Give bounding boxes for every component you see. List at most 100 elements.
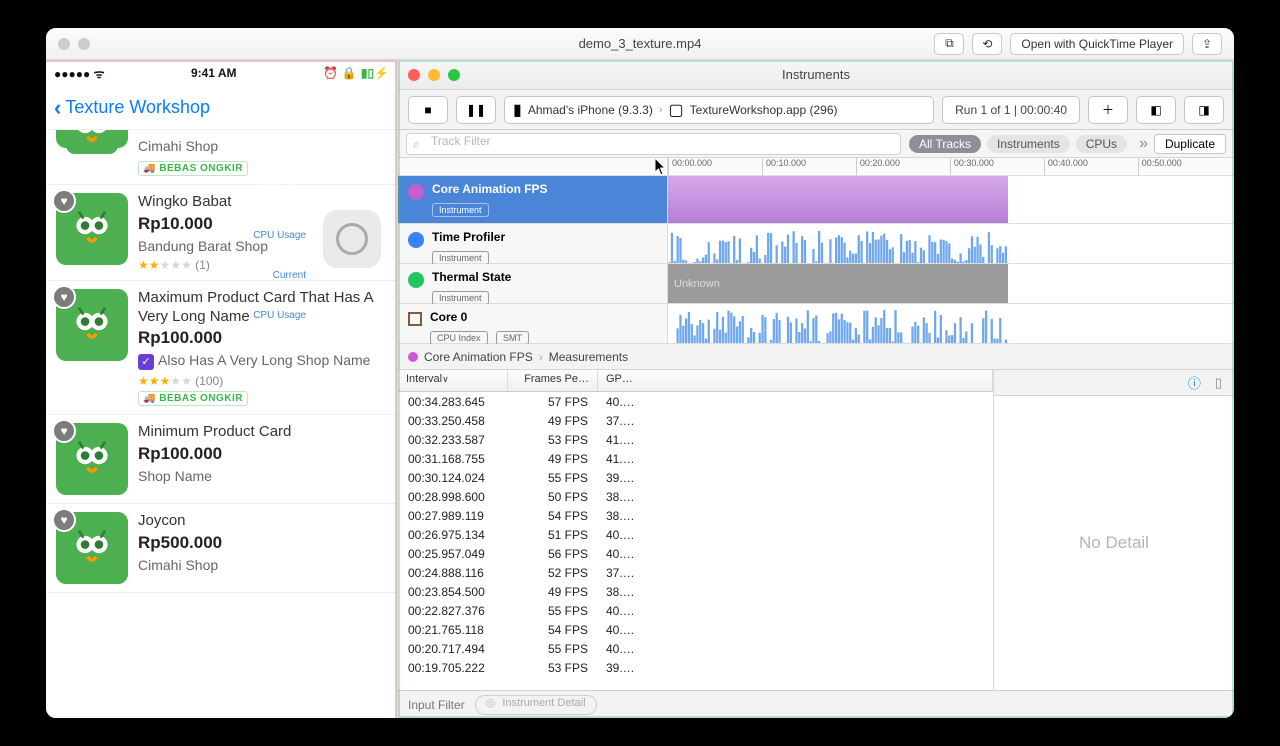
quicktime-window: demo_3_texture.mp4 ⧉ ⟲ Open with QuickTi… bbox=[46, 28, 1234, 718]
table-row[interactable]: 00:33.250.458 49 FPS 37.… bbox=[398, 411, 993, 430]
ruler-tick: 00:00.000 bbox=[668, 158, 712, 175]
free-shipping-badge: 🚚 BEBAS ONGKIR bbox=[138, 391, 248, 406]
table-row[interactable]: 00:22.827.376 55 FPS 40.… bbox=[398, 601, 993, 620]
instr-titlebar[interactable]: Instruments bbox=[398, 60, 1234, 90]
info-icon[interactable]: ⓘ bbox=[1188, 373, 1201, 392]
track-name: Time Profiler bbox=[432, 230, 657, 244]
instrument-detail-input[interactable]: ◎ Instrument Detail bbox=[475, 695, 597, 715]
table-row[interactable]: 00:24.888.116 52 FPS 37.… bbox=[398, 563, 993, 582]
track-graph[interactable] bbox=[668, 224, 1234, 263]
search-icon: ⌕ bbox=[413, 137, 420, 152]
track-graph[interactable] bbox=[668, 304, 1234, 343]
traffic-max-icon[interactable] bbox=[448, 69, 460, 81]
timeline-track[interactable]: Core 0 CPU Index SMT CPU Usage bbox=[398, 304, 1234, 344]
verified-icon: ✓ bbox=[138, 354, 154, 370]
track-tag: Instrument bbox=[432, 203, 489, 217]
traffic-close-icon[interactable] bbox=[58, 38, 70, 50]
product-card[interactable]: ♥ Minimum Product Card Rp100.000 Shop Na… bbox=[46, 415, 397, 504]
ruler-tick: 00:50.000 bbox=[1138, 158, 1182, 175]
instr-title: Instruments bbox=[782, 67, 850, 82]
wishlist-heart-icon[interactable]: ♥ bbox=[52, 189, 76, 213]
track-tag: Instrument bbox=[432, 251, 489, 265]
add-button[interactable]: ＋ bbox=[1088, 96, 1128, 124]
crumb-instrument[interactable]: Core Animation FPS bbox=[424, 350, 533, 364]
instrument-dot-icon bbox=[408, 272, 424, 288]
instruments-window: Instruments ■ ❚❚ ▮ Ahmad's iPhone (9.3.3… bbox=[398, 60, 1234, 718]
timeline-track[interactable]: Thermal State Instrument Current Unknown bbox=[398, 264, 1234, 304]
open-with-button[interactable]: Open with QuickTime Player bbox=[1010, 33, 1184, 55]
tab-all-tracks[interactable]: All Tracks bbox=[909, 135, 981, 153]
tab-instruments[interactable]: Instruments bbox=[987, 135, 1070, 153]
product-thumb bbox=[56, 130, 128, 148]
product-card[interactable]: ♥ Joycon Rp500.000 Cimahi Shop bbox=[46, 504, 397, 593]
table-row[interactable]: 00:19.705.222 53 FPS 39.… bbox=[398, 658, 993, 677]
time-ruler[interactable]: 00:00.00000:10.00000:20.00000:30.00000:4… bbox=[668, 158, 1234, 175]
product-price: Rp100.000 bbox=[138, 328, 387, 348]
ruler-tick: 00:30.000 bbox=[950, 158, 994, 175]
col-gpu[interactable]: GP… bbox=[598, 370, 993, 391]
tab-cpus[interactable]: CPUs bbox=[1076, 135, 1127, 153]
pause-button[interactable]: ❚❚ bbox=[456, 96, 496, 124]
timeline-track[interactable]: Core Animation FPS Instrument Frame Pe…D… bbox=[398, 176, 1234, 224]
run-info[interactable]: Run 1 of 1 | 00:00:40 bbox=[942, 96, 1080, 124]
table-row[interactable]: 00:21.765.118 54 FPS 40.… bbox=[398, 620, 993, 639]
qt-titlebar[interactable]: demo_3_texture.mp4 ⧉ ⟲ Open with QuickTi… bbox=[46, 28, 1234, 60]
table-row[interactable]: 00:23.854.500 49 FPS 38.… bbox=[398, 582, 993, 601]
document-icon[interactable]: ▯ bbox=[1215, 375, 1222, 391]
target-selector[interactable]: ▮ Ahmad's iPhone (9.3.3) › ▢ TextureWork… bbox=[504, 96, 934, 124]
panel-right-button[interactable]: ◨ bbox=[1184, 96, 1224, 124]
traffic-min-icon[interactable] bbox=[428, 69, 440, 81]
nav-title[interactable]: Texture Workshop bbox=[65, 97, 210, 118]
timeline: 00:00.00000:10.00000:20.00000:30.00000:4… bbox=[398, 158, 1234, 344]
input-filter-label[interactable]: Input Filter bbox=[408, 698, 465, 712]
instrument-dot-icon bbox=[408, 184, 424, 200]
timeline-track[interactable]: Time Profiler Instrument CPU Usage bbox=[398, 224, 1234, 264]
signal-icon: ●●●●● ᯤ bbox=[54, 65, 105, 82]
pip-button[interactable]: ⧉ bbox=[934, 33, 964, 55]
detail-breadcrumb: Core Animation FPS › Measurements bbox=[398, 344, 1234, 370]
product-card[interactable]: ♥ Maximum Product Card That Has A Very L… bbox=[46, 281, 397, 415]
table-row[interactable]: 00:25.957.049 56 FPS 40.… bbox=[398, 544, 993, 563]
traffic-close-icon[interactable] bbox=[408, 69, 420, 81]
no-detail-label: No Detail bbox=[994, 396, 1234, 690]
table-row[interactable]: 00:28.998.600 50 FPS 38.… bbox=[398, 487, 993, 506]
stop-button[interactable]: ■ bbox=[408, 96, 448, 124]
table-row[interactable]: 00:27.989.119 54 FPS 38.… bbox=[398, 506, 993, 525]
table-row[interactable]: 00:34.283.645 57 FPS 40.… bbox=[398, 392, 993, 411]
track-graph[interactable]: Unknown bbox=[668, 264, 1234, 303]
back-chevron-icon[interactable]: ‹ bbox=[54, 95, 61, 121]
rotate-button[interactable]: ⟲ bbox=[972, 33, 1002, 55]
table-row[interactable]: 00:32.233.587 53 FPS 41.… bbox=[398, 430, 993, 449]
device-icon: ▮ bbox=[513, 100, 522, 120]
shop-name: Cimahi Shop bbox=[138, 557, 387, 573]
wishlist-heart-icon[interactable]: ♥ bbox=[52, 508, 76, 532]
product-price: Rp100.000 bbox=[138, 444, 387, 464]
wishlist-heart-icon[interactable]: ♥ bbox=[52, 419, 76, 443]
crumb-measurements[interactable]: Measurements bbox=[549, 350, 628, 364]
chevron-right-icon: › bbox=[659, 104, 663, 116]
app-icon: ▢ bbox=[669, 100, 684, 120]
instrument-dot-icon bbox=[408, 232, 424, 248]
wishlist-heart-icon[interactable]: ♥ bbox=[52, 285, 76, 309]
phone-simulator: ●●●●● ᯤ 9:41 AM ⏰ 🔒 ▮▯⚡ ‹ Texture Worksh… bbox=[46, 60, 398, 718]
traffic-min-icon[interactable] bbox=[78, 38, 90, 50]
panel-left-button[interactable]: ◧ bbox=[1136, 96, 1176, 124]
table-row[interactable]: 00:31.168.755 49 FPS 41.… bbox=[398, 449, 993, 468]
chevron-right-icon: › bbox=[539, 350, 543, 364]
duplicate-button[interactable]: Duplicate bbox=[1154, 134, 1226, 154]
table-row[interactable]: 00:20.717.494 55 FPS 40.… bbox=[398, 639, 993, 658]
share-button[interactable]: ⇪ bbox=[1192, 33, 1222, 55]
chevron-right-icon[interactable]: » bbox=[1139, 135, 1148, 153]
product-price: Rp500.000 bbox=[138, 533, 387, 553]
col-interval[interactable]: Interval∨ bbox=[398, 370, 508, 391]
col-fps[interactable]: Frames Pe… bbox=[508, 370, 598, 391]
product-card[interactable]: Cimahi Shop🚚 BEBAS ONGKIR bbox=[46, 130, 397, 185]
product-thumb: ♥ bbox=[56, 423, 128, 495]
table-row[interactable]: 00:26.975.134 51 FPS 40.… bbox=[398, 525, 993, 544]
data-table[interactable]: Interval∨ Frames Pe… GP… 00:34.283.645 5… bbox=[398, 370, 994, 690]
track-filter-input[interactable]: ⌕ Track Filter bbox=[406, 133, 901, 155]
bottom-bar: Input Filter ◎ Instrument Detail bbox=[398, 690, 1234, 718]
track-graph[interactable] bbox=[668, 176, 1234, 223]
table-row[interactable]: 00:30.124.024 55 FPS 39.… bbox=[398, 468, 993, 487]
product-thumb: ♥ bbox=[56, 512, 128, 584]
